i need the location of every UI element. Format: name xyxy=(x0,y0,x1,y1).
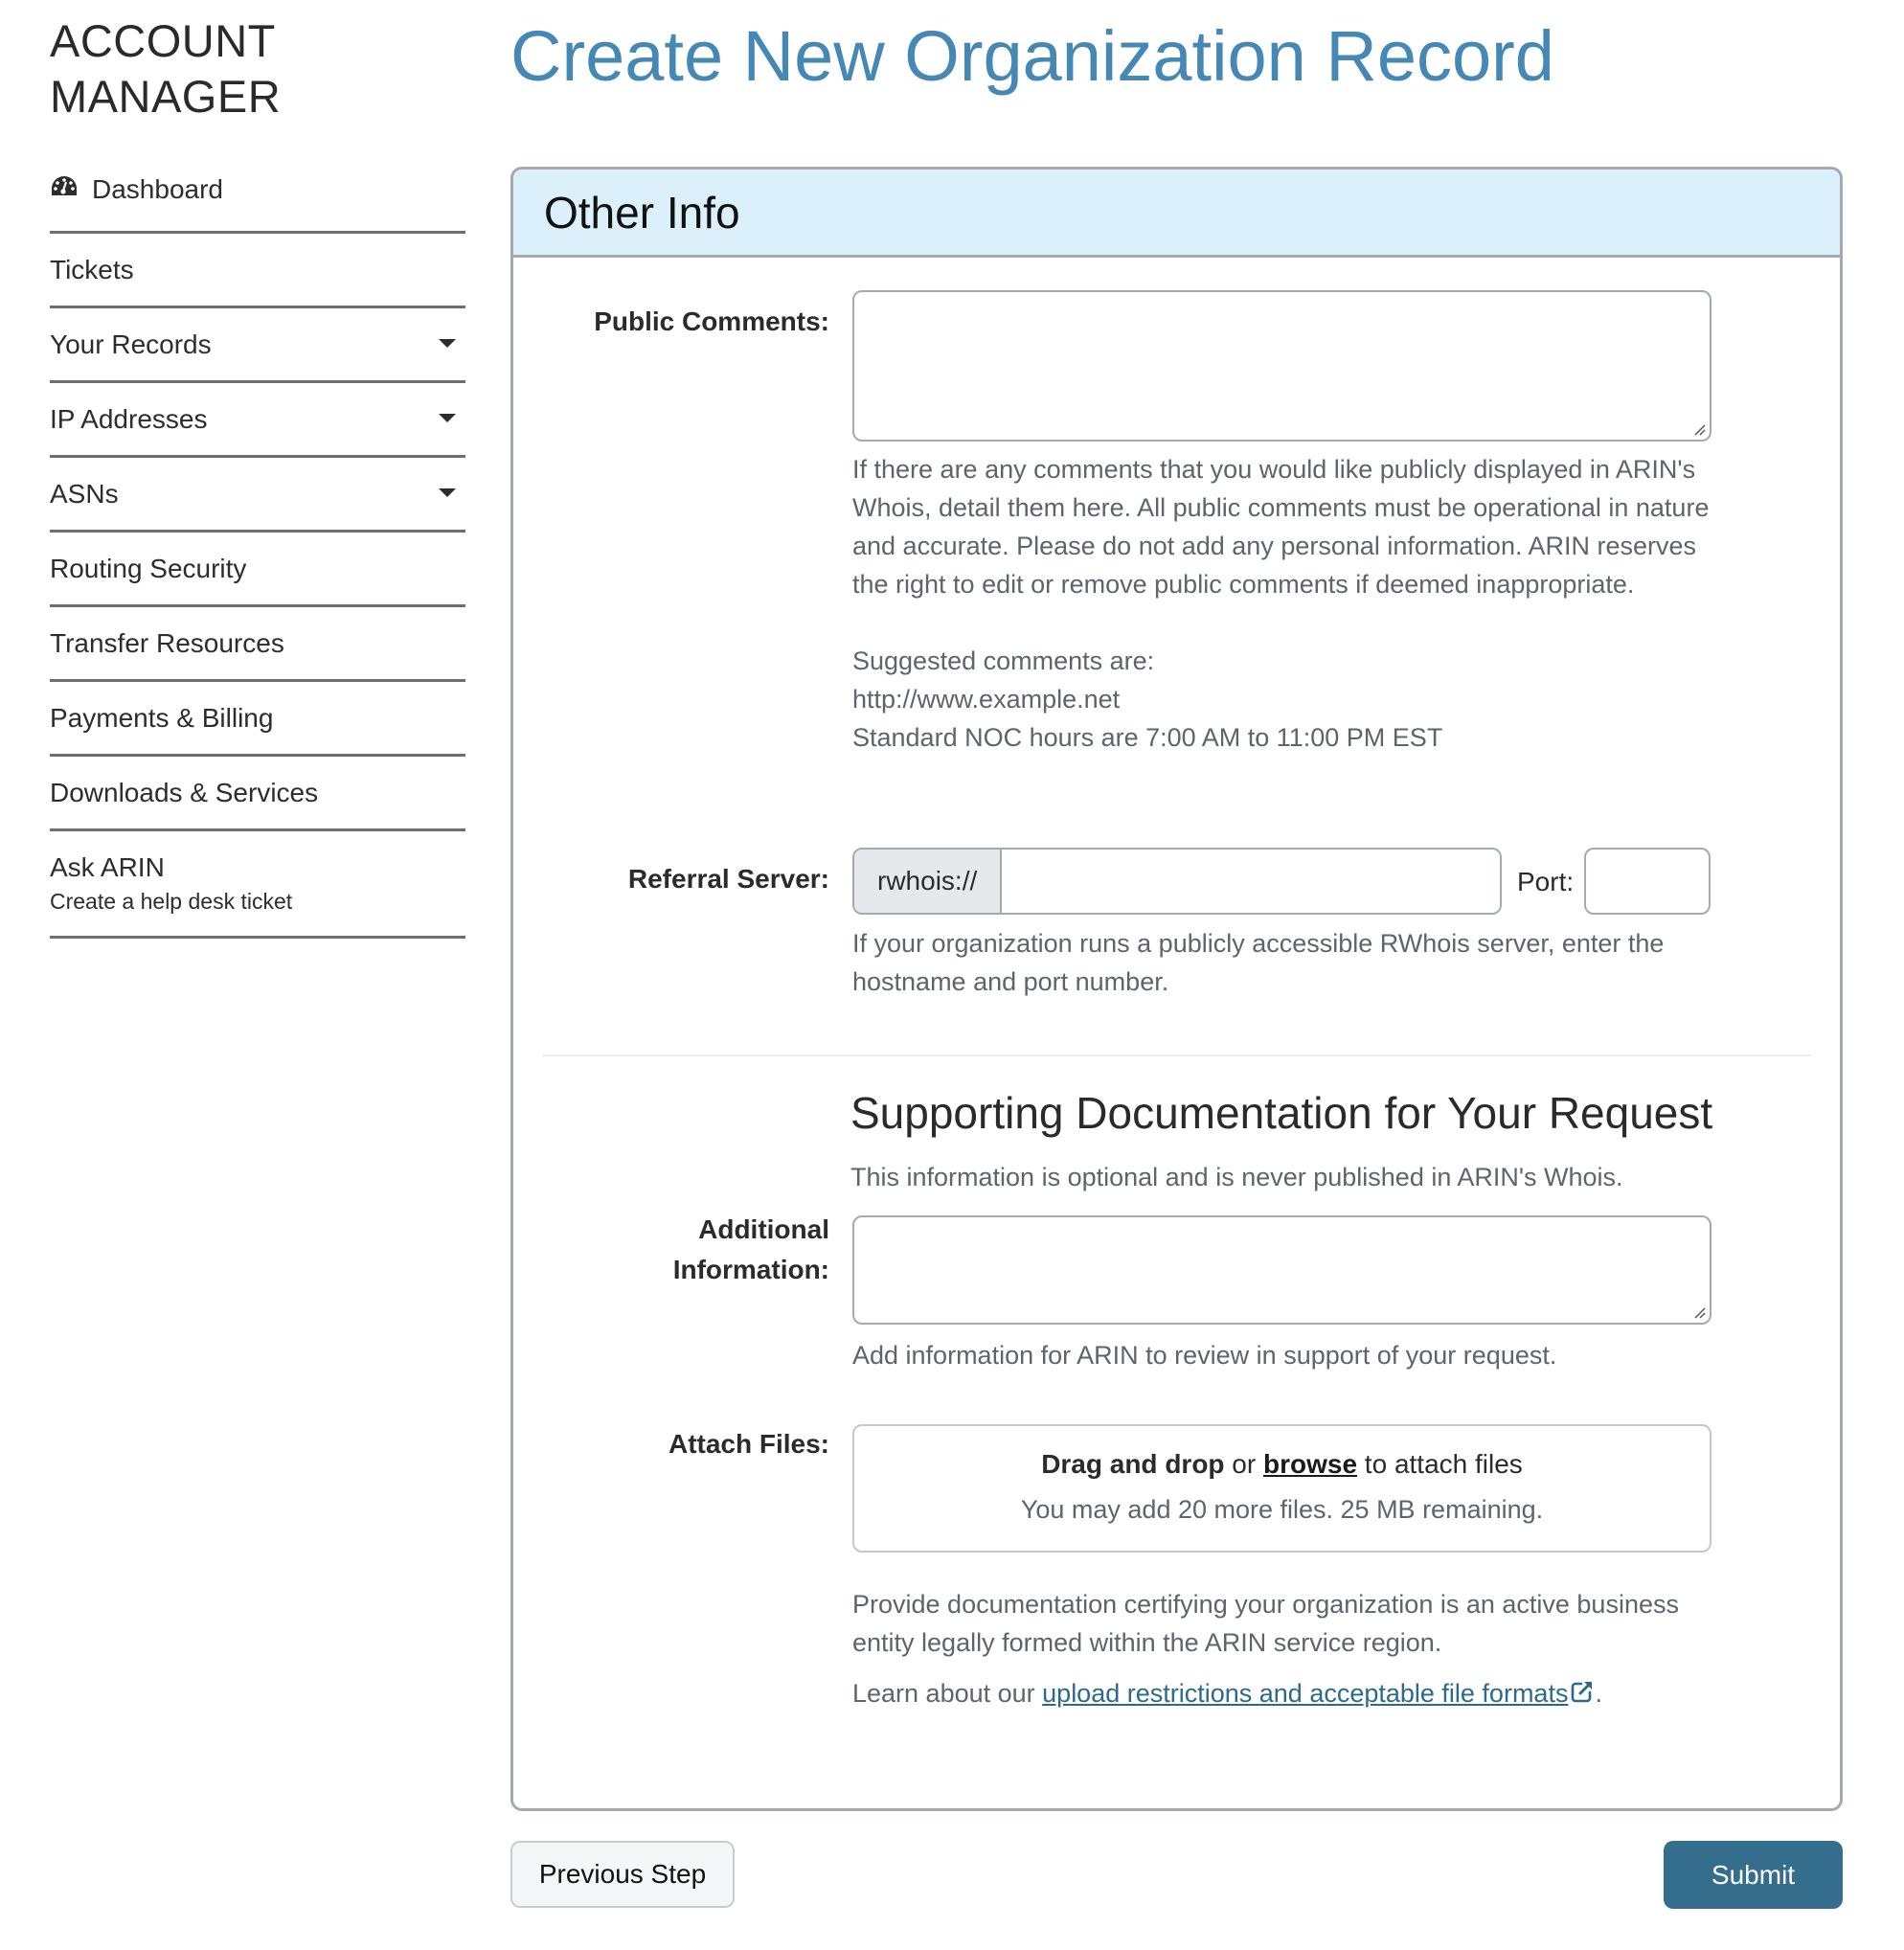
sidebar-item-label: IP Addresses xyxy=(50,403,208,434)
port-input[interactable] xyxy=(1584,848,1711,915)
referral-server-input[interactable] xyxy=(1002,850,1500,913)
suggested-comment-1: http://www.example.net xyxy=(852,685,1121,714)
sidebar-item-asns[interactable]: ASNs xyxy=(50,458,465,533)
public-comments-help: If there are any comments that you would… xyxy=(852,450,1714,757)
sidebar-item-downloads-services[interactable]: Downloads & Services xyxy=(50,757,465,831)
other-info-panel: Other Info Public Comments: If there are… xyxy=(510,167,1843,1811)
attach-files-text: to attach files xyxy=(1357,1449,1523,1479)
sidebar-item-dashboard[interactable]: Dashboard xyxy=(50,161,465,234)
rwhois-prefix: rwhois:// xyxy=(854,850,1003,913)
brand-line-2: MANAGER xyxy=(50,71,282,122)
suggested-comment-2: Standard NOC hours are 7:00 AM to 11:00 … xyxy=(852,723,1443,752)
attach-files-label: Attach Files: xyxy=(668,1429,829,1459)
learn-suffix: . xyxy=(1595,1679,1602,1708)
dropzone-limits: You may add 20 more files. 25 MB remaini… xyxy=(1020,1495,1544,1524)
resize-handle-icon[interactable] xyxy=(1692,1305,1706,1319)
public-comments-help-paragraph: If there are any comments that you would… xyxy=(852,455,1710,599)
referral-server-label: Referral Server: xyxy=(627,864,829,894)
sidebar-item-label: Downloads & Services xyxy=(50,777,319,807)
referral-server-help: If your organization runs a publicly acc… xyxy=(852,929,1665,996)
drag-and-drop-text: Drag and drop xyxy=(1041,1449,1225,1479)
brand-logo[interactable]: ACCOUNT MANAGER xyxy=(50,13,465,125)
sidebar-item-label: Tickets xyxy=(50,254,134,284)
caret-down-icon[interactable] xyxy=(439,339,456,348)
certify-help: Provide documentation certifying your or… xyxy=(852,1590,1679,1657)
sidebar-item-payments-billing[interactable]: Payments & Billing xyxy=(50,682,465,757)
sidebar-item-label: ASNs xyxy=(50,478,119,509)
port-label: Port: xyxy=(1517,867,1575,896)
sidebar-item-label: Dashboard xyxy=(92,174,223,204)
supporting-docs-title: Supporting Documentation for Your Reques… xyxy=(850,1088,1713,1138)
sidebar-item-label: Your Records xyxy=(50,329,212,359)
sidebar-item-tickets[interactable]: Tickets xyxy=(50,234,465,308)
submit-button[interactable]: Submit xyxy=(1664,1841,1843,1909)
sidebar-item-transfer-resources[interactable]: Transfer Resources xyxy=(50,607,465,682)
supporting-docs-subtitle: This information is optional and is neve… xyxy=(850,1163,1623,1191)
sidebar-item-routing-security[interactable]: Routing Security xyxy=(50,533,465,607)
dashboard-gauge-icon xyxy=(52,176,77,195)
sidebar-item-your-records[interactable]: Your Records xyxy=(50,308,465,383)
caret-down-icon[interactable] xyxy=(439,414,456,422)
sidebar-item-ask-arin[interactable]: Ask ARIN Create a help desk ticket xyxy=(50,831,465,939)
additional-information-help: Add information for ARIN to review in su… xyxy=(852,1341,1557,1370)
sidebar-item-label: Transfer Resources xyxy=(50,627,284,658)
public-comments-textarea[interactable] xyxy=(852,290,1711,442)
additional-label-line-1: Additional xyxy=(698,1214,829,1244)
referral-server-input-group: rwhois:// xyxy=(852,848,1502,915)
section-divider xyxy=(542,1054,1811,1056)
previous-step-button[interactable]: Previous Step xyxy=(510,1841,735,1908)
sidebar-item-label: Ask ARIN xyxy=(50,852,165,882)
additional-information-label: Additional Information: xyxy=(513,1210,829,1290)
additional-label-line-2: Information: xyxy=(672,1255,829,1284)
resize-handle-icon[interactable] xyxy=(1692,422,1706,436)
upload-restrictions-note: Learn about our upload restrictions and … xyxy=(852,1674,1772,1712)
sidebar-item-ip-addresses[interactable]: IP Addresses xyxy=(50,383,465,458)
browse-link[interactable]: browse xyxy=(1263,1449,1357,1479)
learn-prefix: Learn about our xyxy=(852,1679,1043,1708)
sidebar-nav: Dashboard Tickets Your Records IP Addres… xyxy=(50,161,465,939)
suggested-comments-heading: Suggested comments are: xyxy=(852,646,1155,675)
external-link-icon[interactable] xyxy=(1570,1679,1595,1704)
public-comments-label: Public Comments: xyxy=(594,306,829,336)
upload-restrictions-link[interactable]: upload restrictions and acceptable file … xyxy=(1042,1679,1568,1708)
additional-information-textarea[interactable] xyxy=(852,1215,1711,1325)
page-title: Create New Organization Record xyxy=(510,16,1554,96)
sidebar-item-sublabel: Create a help desk ticket xyxy=(50,889,293,914)
panel-title: Other Info xyxy=(544,187,740,238)
file-dropzone[interactable]: Drag and drop or browse to attach files … xyxy=(852,1424,1711,1553)
panel-header: Other Info xyxy=(513,170,1840,258)
sidebar-item-label: Payments & Billing xyxy=(50,702,274,733)
brand-line-1: ACCOUNT xyxy=(50,15,276,66)
or-text: or xyxy=(1224,1449,1263,1479)
dropzone-instructions: Drag and drop or browse to attach files xyxy=(854,1449,1710,1480)
sidebar-item-label: Routing Security xyxy=(50,553,247,583)
caret-down-icon[interactable] xyxy=(439,488,456,497)
sidebar: ACCOUNT MANAGER Dashboard Tickets Your R… xyxy=(50,13,465,939)
